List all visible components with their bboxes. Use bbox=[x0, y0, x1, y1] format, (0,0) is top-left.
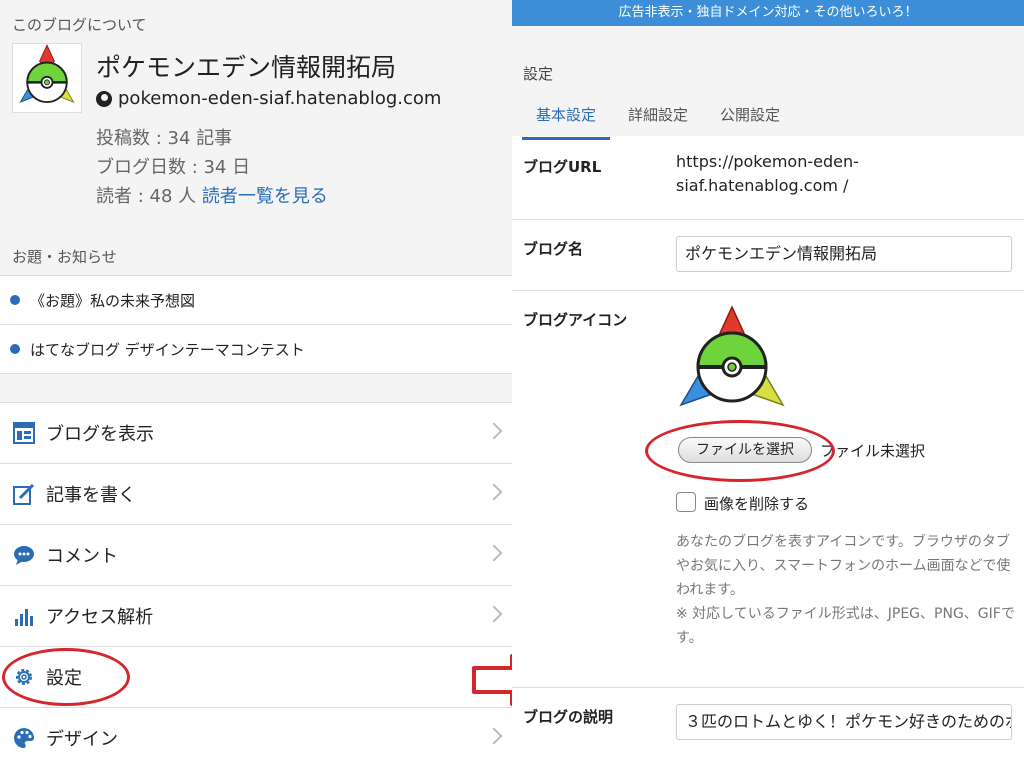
blog-name-label: ブログ名 bbox=[523, 240, 584, 258]
choose-file-button[interactable]: ファイルを選択 bbox=[678, 437, 812, 463]
delete-image-checkbox[interactable] bbox=[676, 492, 696, 512]
notice-item-label: はてなブログ デザインテーマコンテスト bbox=[30, 340, 305, 359]
pokeball-logo-icon bbox=[19, 44, 75, 104]
blog-stats: 投稿数 : 34 記事 ブログ日数 : 34 日 読者 : 48 人 読者一覧を… bbox=[96, 124, 328, 211]
settings-tabs: 基本設定 詳細設定 公開設定 bbox=[522, 102, 798, 140]
reader-list-link[interactable]: 読者一覧を見る bbox=[202, 186, 328, 207]
reader-count: 読者 : 48 人 読者一覧を見る bbox=[96, 182, 328, 211]
gear-icon bbox=[12, 665, 36, 689]
blog-dashboard-panel: このブログについて ポケモンエデン情報開拓局 pokemon-eden-siaf… bbox=[0, 0, 512, 761]
tab-basic-settings[interactable]: 基本設定 bbox=[522, 102, 611, 140]
blog-icon-label: ブログアイコン bbox=[523, 311, 628, 329]
menu-item-label: 設定 bbox=[46, 668, 82, 689]
blog-name-input[interactable]: ポケモンエデン情報開拓局 bbox=[676, 236, 1012, 272]
menu-item-analytics[interactable]: アクセス解析 bbox=[0, 586, 512, 647]
blog-description-input[interactable]: ３匹のロトムとゆく！ポケモン好きのためのポ bbox=[676, 704, 1012, 740]
icon-help-formats: ※ 対応しているファイル形式は、JPEG、PNG、GIFです。 bbox=[676, 606, 1015, 646]
promo-banner[interactable]: 広告非表示・独自ドメイン対応・その他いろいろ！ bbox=[512, 0, 1024, 26]
menu-item-view-blog[interactable]: ブログを表示 bbox=[0, 403, 512, 464]
palette-icon bbox=[12, 726, 36, 750]
chevron-right-icon bbox=[485, 422, 503, 440]
comment-icon bbox=[12, 543, 36, 567]
post-count: 投稿数 : 34 記事 bbox=[96, 128, 233, 149]
menu-item-label: アクセス解析 bbox=[46, 607, 154, 628]
blog-days: ブログ日数 : 34 日 bbox=[96, 157, 251, 178]
notice-list: 《お題》私の未来予想図 はてなブログ デザインテーマコンテスト bbox=[0, 275, 512, 374]
notice-heading: お題・お知らせ bbox=[12, 248, 117, 266]
screenshot-canvas: このブログについて ポケモンエデン情報開拓局 pokemon-eden-siaf… bbox=[0, 0, 1024, 761]
blog-title: ポケモンエデン情報開拓局 bbox=[96, 53, 397, 82]
edit-icon bbox=[12, 482, 36, 506]
blog-description-label: ブログの説明 bbox=[523, 708, 614, 726]
dashboard-menu: ブログを表示 記事を書く コメント アクセス解析 設定 デザイン bbox=[0, 402, 512, 761]
icon-help-description: あなたのブログを表すアイコンです。ブラウザのタブやお気に入り、スマートフォンのホ… bbox=[676, 534, 1011, 598]
notice-item[interactable]: はてなブログ デザインテーマコンテスト bbox=[0, 325, 512, 374]
menu-item-label: ブログを表示 bbox=[46, 424, 154, 445]
icon-help-text: あなたのブログを表すアイコンです。ブラウザのタブやお気に入り、スマートフォンのホ… bbox=[676, 530, 1016, 650]
pokeball-logo-icon bbox=[679, 305, 785, 407]
tab-publish-settings[interactable]: 公開設定 bbox=[706, 102, 794, 140]
delete-image-label[interactable]: 画像を削除する bbox=[704, 493, 809, 514]
bullet-dot-icon bbox=[10, 344, 20, 354]
blog-url-value: https://pokemon-eden-siaf.hatenablog.com… bbox=[676, 152, 859, 195]
globe-icon bbox=[96, 90, 112, 107]
blog-domain[interactable]: pokemon-eden-siaf.hatenablog.com bbox=[96, 88, 441, 109]
menu-item-write-post[interactable]: 記事を書く bbox=[0, 464, 512, 525]
notice-item[interactable]: 《お題》私の未来予想図 bbox=[0, 276, 512, 325]
menu-item-comments[interactable]: コメント bbox=[0, 525, 512, 586]
menu-item-settings[interactable]: 設定 bbox=[0, 647, 512, 708]
analytics-icon bbox=[12, 604, 36, 628]
tab-advanced-settings[interactable]: 詳細設定 bbox=[614, 102, 702, 140]
menu-item-label: コメント bbox=[46, 546, 118, 567]
blog-name-row: ブログ名 ポケモンエデン情報開拓局 bbox=[512, 220, 1024, 291]
file-status-text: ファイル未選択 bbox=[820, 442, 926, 460]
menu-item-label: 記事を書く bbox=[46, 485, 136, 506]
reader-count-text: 読者 : 48 人 bbox=[96, 186, 197, 207]
menu-item-label: デザイン bbox=[46, 729, 118, 750]
layout-icon bbox=[12, 421, 36, 445]
bullet-dot-icon bbox=[10, 295, 20, 305]
settings-header: 設定 基本設定 詳細設定 公開設定 bbox=[512, 26, 1024, 140]
blog-domain-text: pokemon-eden-siaf.hatenablog.com bbox=[118, 88, 442, 109]
blog-description-row: ブログの説明 ３匹のロトムとゆく！ポケモン好きのためのポ bbox=[512, 688, 1024, 761]
settings-panel: 広告非表示・独自ドメイン対応・その他いろいろ！ 設定 基本設定 詳細設定 公開設… bbox=[512, 0, 1024, 761]
notice-item-label: 《お題》私の未来予想図 bbox=[30, 291, 196, 310]
chevron-right-icon bbox=[485, 727, 503, 745]
settings-title: 設定 bbox=[523, 65, 554, 83]
chevron-right-icon bbox=[485, 544, 503, 562]
blog-icon-thumbnail bbox=[12, 43, 82, 113]
chevron-right-icon bbox=[485, 483, 503, 501]
about-blog-heading: このブログについて bbox=[12, 16, 147, 34]
chevron-right-icon bbox=[485, 605, 503, 623]
blog-url-label: ブログURL bbox=[523, 158, 602, 176]
menu-item-design[interactable]: デザイン bbox=[0, 708, 512, 761]
